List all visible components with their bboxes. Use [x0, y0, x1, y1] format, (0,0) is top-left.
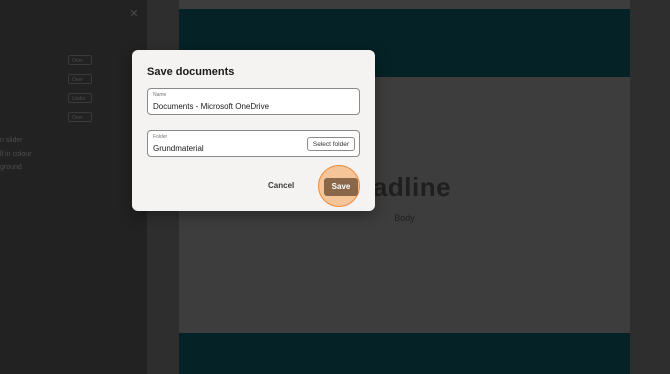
properties-panel: ✕ Over Over Under Over n slider ll in co… — [0, 0, 147, 374]
folder-field-value: Grundmaterial — [153, 144, 204, 153]
blend-chip[interactable]: Over — [68, 74, 92, 84]
folder-field[interactable]: Folder Grundmaterial Select folder — [147, 130, 360, 157]
select-folder-button[interactable]: Select folder — [306, 137, 355, 151]
dialog-title: Save documents — [147, 66, 235, 78]
save-button[interactable]: Save — [324, 178, 358, 196]
panel-option-label: ll in colour — [0, 151, 32, 158]
blend-chip[interactable]: Over — [68, 55, 92, 65]
document-body-text: Body — [394, 213, 415, 223]
blend-chip[interactable]: Under — [68, 93, 92, 103]
name-field-value[interactable]: Documents - Microsoft OneDrive — [153, 102, 269, 111]
close-icon[interactable]: ✕ — [128, 8, 140, 20]
save-documents-dialog: Save documents Name Documents - Microsof… — [132, 50, 375, 211]
document-footer-block — [179, 333, 630, 374]
panel-option-label: ground — [0, 164, 22, 171]
cancel-button[interactable]: Cancel — [268, 181, 294, 190]
panel-option-label: n slider — [0, 137, 23, 144]
blend-chip[interactable]: Over — [68, 112, 92, 122]
name-field-label: Name — [153, 92, 167, 98]
name-field[interactable]: Name Documents - Microsoft OneDrive — [147, 88, 360, 115]
folder-field-label: Folder — [153, 134, 168, 140]
